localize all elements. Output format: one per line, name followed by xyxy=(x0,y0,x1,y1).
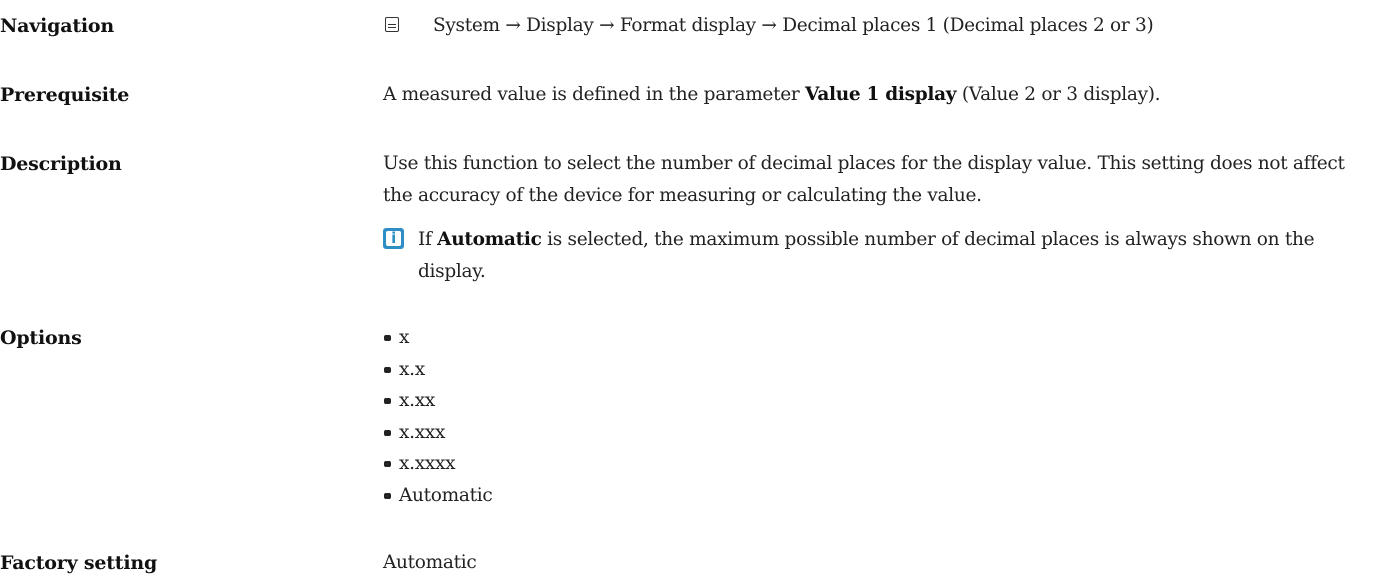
note-text: If Automatic is selected, the maximum po… xyxy=(418,224,1366,288)
description-row: Description Use this function to select … xyxy=(0,148,1386,288)
bullet-icon xyxy=(384,461,391,467)
prerequisite-text-after: (Value 2 or 3 display). xyxy=(956,84,1161,105)
option-item: x.xx xyxy=(383,385,1366,417)
prerequisite-row: Prerequisite A measured value is defined… xyxy=(0,79,1386,111)
factory-setting-label: Factory setting xyxy=(0,552,158,574)
option-item: x xyxy=(383,322,1366,354)
prerequisite-text: A measured value is defined in the param… xyxy=(383,79,1366,111)
bullet-icon xyxy=(384,492,391,499)
description-text: Use this function to select the number o… xyxy=(383,153,1345,206)
option-item: x.xxxx xyxy=(383,448,1366,480)
options-label: Options xyxy=(0,327,82,349)
bullet-icon xyxy=(384,366,391,373)
prerequisite-label: Prerequisite xyxy=(0,84,130,106)
factory-setting-row: Factory setting Automatic xyxy=(0,547,1386,579)
note-text-after: is selected, the maximum possible number… xyxy=(418,229,1315,282)
bullet-icon xyxy=(384,429,391,436)
factory-setting-value: Automatic xyxy=(383,552,477,573)
prerequisite-param: Value 1 display xyxy=(805,84,957,105)
option-item: x.x xyxy=(383,354,1366,386)
navigation-row: Navigation System → Display → Format dis… xyxy=(0,10,1386,42)
navigation-path: System → Display → Format display → Deci… xyxy=(433,15,1154,36)
bullet-icon xyxy=(384,335,391,341)
option-item: x.xxx xyxy=(383,417,1366,449)
description-label: Description xyxy=(0,153,122,175)
info-icon: i xyxy=(383,228,404,249)
note-text-before: If xyxy=(418,229,438,250)
options-row: Options x x.x x.xx x.xxx x.xxxx Automati… xyxy=(0,322,1386,522)
bullet-icon xyxy=(384,398,391,404)
menu-display-icon xyxy=(385,17,399,32)
prerequisite-text-before: A measured value is defined in the param… xyxy=(383,84,805,105)
option-item: Automatic xyxy=(383,480,1366,512)
options-list: x x.x x.xx x.xxx x.xxxx Automatic xyxy=(383,322,1366,511)
navigation-label: Navigation xyxy=(0,15,115,37)
note-bold: Automatic xyxy=(437,229,542,250)
